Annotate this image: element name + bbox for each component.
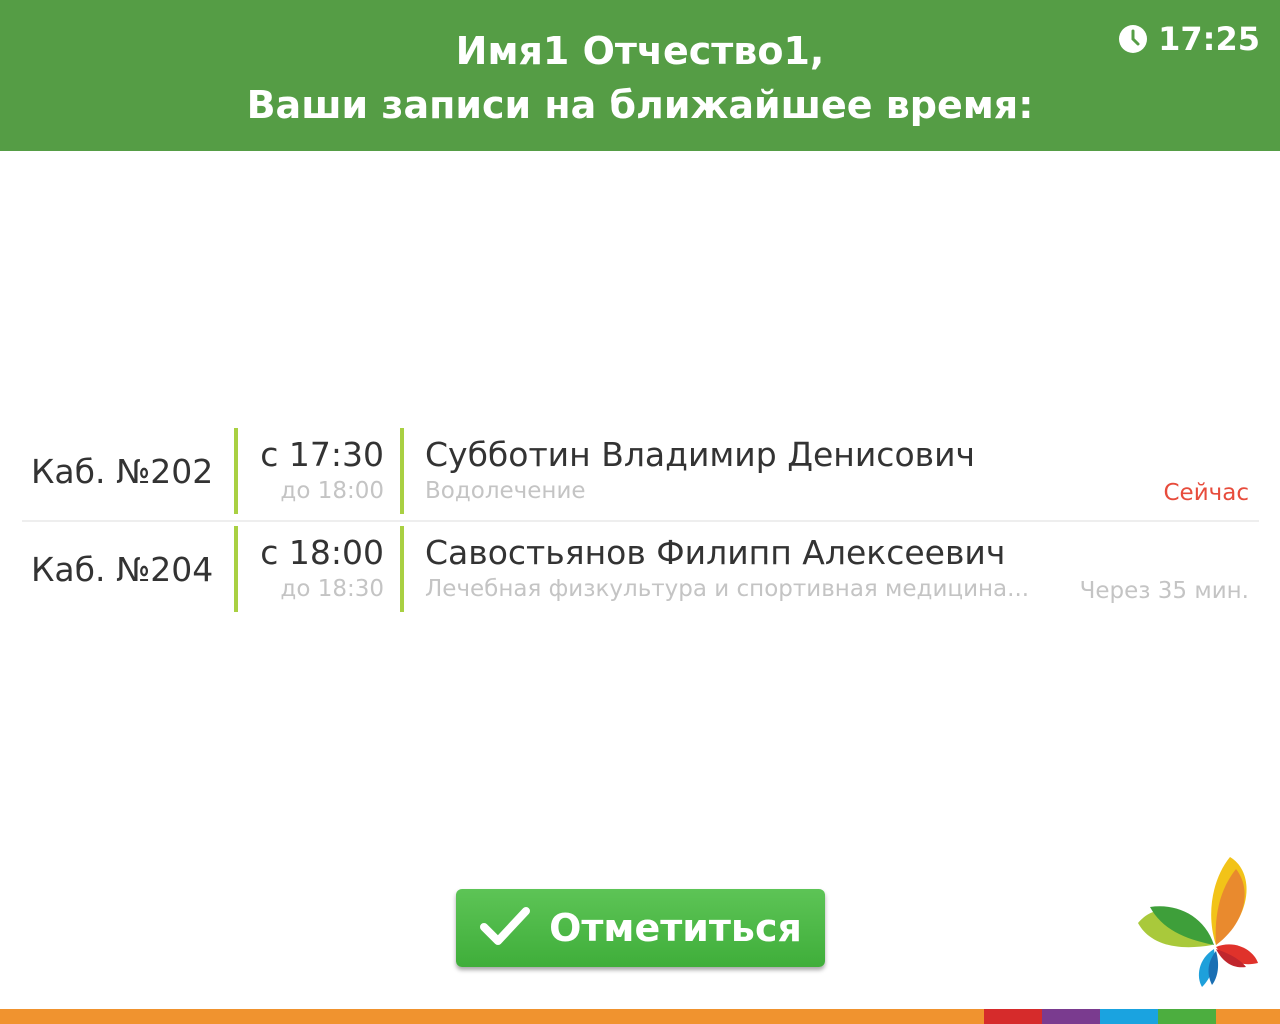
- time-to: до 18:30: [280, 576, 384, 602]
- appointment-row[interactable]: Каб. №202 с 17:30 до 18:00 Субботин Влад…: [22, 428, 1259, 514]
- time-from: с 17:30: [260, 435, 384, 474]
- footer-stripe-green: [1158, 1009, 1216, 1024]
- checkmark-icon: [479, 904, 531, 953]
- status-badge: Сейчас: [1163, 480, 1250, 506]
- specialty: Водолечение: [425, 478, 586, 504]
- room-number: Каб. №202: [31, 451, 214, 491]
- appointment-time: с 17:30 до 18:00: [238, 428, 400, 514]
- clock-icon: [1118, 24, 1148, 54]
- footer-stripe-blue: [1100, 1009, 1158, 1024]
- doctor-name: Субботин Владимир Денисович: [425, 435, 976, 474]
- appointment-time: с 18:00 до 18:30: [238, 526, 400, 612]
- current-time: 17:25: [1158, 20, 1260, 58]
- time-to: до 18:00: [280, 478, 384, 504]
- room-number: Каб. №204: [31, 549, 214, 589]
- checkin-button[interactable]: Отметиться: [456, 889, 825, 967]
- checkin-label: Отметиться: [549, 906, 802, 950]
- greeting: Имя1 Отчество1, Ваши записи на ближайшее…: [0, 24, 1280, 132]
- doctor-name: Савостьянов Филипп Алексеевич: [425, 533, 1006, 572]
- butterfly-logo-icon: [1132, 853, 1262, 993]
- footer-stripe-orange-end: [1216, 1009, 1280, 1024]
- footer-stripe-purple: [1042, 1009, 1100, 1024]
- appointments-list: Каб. №202 с 17:30 до 18:00 Субботин Влад…: [22, 428, 1259, 612]
- time-from: с 18:00: [260, 533, 384, 572]
- appointment-details: Субботин Владимир Денисович Водолечение …: [404, 428, 1259, 514]
- appointment-details: Савостьянов Филипп Алексеевич Лечебная ф…: [404, 526, 1259, 612]
- status-badge: Через 35 мин.: [1079, 578, 1249, 604]
- specialty: Лечебная физкультура и спортивная медици…: [425, 576, 1030, 602]
- clock: 17:25: [1118, 20, 1260, 58]
- appointment-row[interactable]: Каб. №204 с 18:00 до 18:30 Савостьянов Ф…: [22, 520, 1259, 612]
- greeting-subtitle: Ваши записи на ближайшее время:: [246, 83, 1034, 127]
- footer-stripe-orange: [0, 1009, 984, 1024]
- footer-stripe: [0, 1009, 1280, 1024]
- header-bar: Имя1 Отчество1, Ваши записи на ближайшее…: [0, 0, 1280, 151]
- greeting-name: Имя1 Отчество1,: [455, 29, 825, 73]
- footer-stripe-red: [984, 1009, 1042, 1024]
